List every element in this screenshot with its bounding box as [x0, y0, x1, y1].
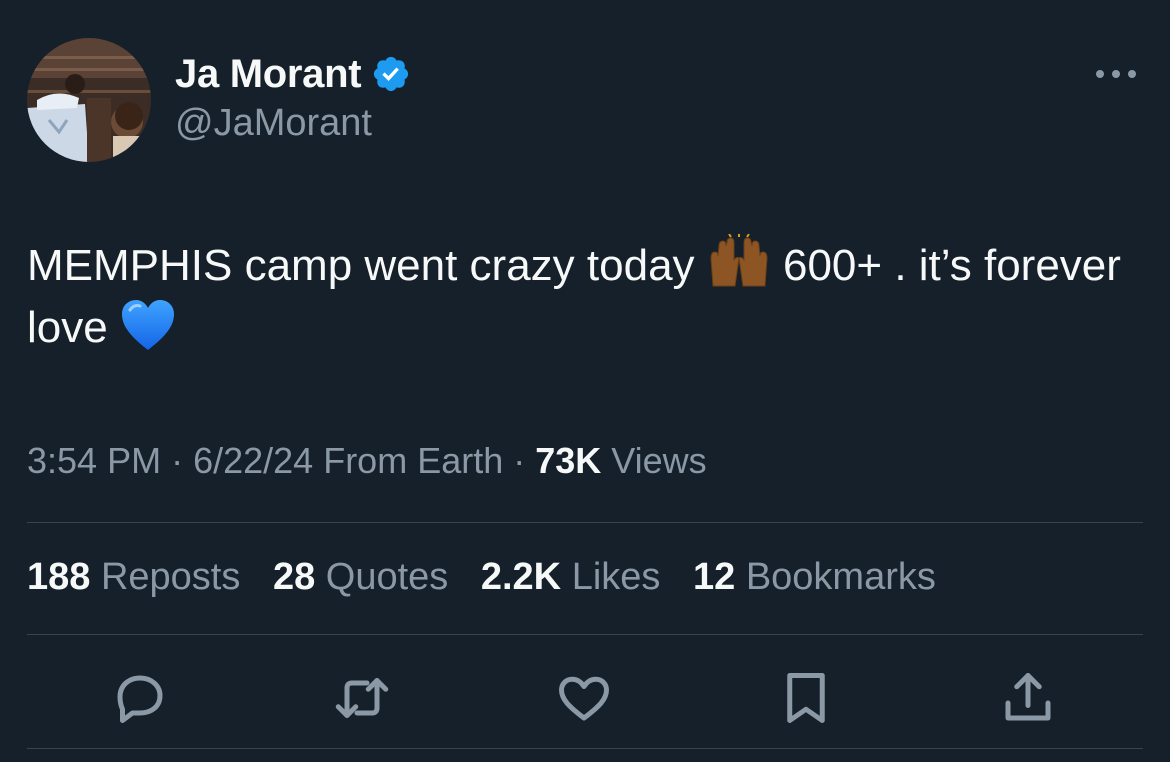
tweet-time[interactable]: 3:54 PM	[27, 440, 161, 481]
bookmark-icon[interactable]	[776, 668, 836, 728]
verified-badge-icon[interactable]	[371, 54, 411, 94]
stat-bookmarks[interactable]: 12 Bookmarks	[693, 556, 936, 598]
meta-separator: ·	[161, 440, 194, 481]
avatar[interactable]	[27, 38, 151, 162]
author-name-row[interactable]: Ja Morant	[175, 50, 411, 98]
stat-count: 12	[692, 556, 736, 598]
stat-label: Reposts	[90, 556, 241, 598]
display-name[interactable]: Ja Morant	[175, 52, 362, 97]
engagement-stats: 188 Reposts 28 Quotes 2.2K Likes 12 Book…	[27, 556, 958, 599]
more-horizontal-icon[interactable]	[1094, 66, 1138, 82]
meta-separator: ·	[503, 440, 536, 481]
divider	[27, 634, 1143, 635]
tweet-date[interactable]: 6/22/24	[193, 440, 313, 481]
raising-hands-emoji	[710, 234, 768, 287]
stat-label: Likes	[561, 556, 661, 598]
stat-count: 188	[27, 556, 91, 598]
stat-count: 2.2K	[480, 556, 562, 598]
repost-icon[interactable]	[332, 668, 392, 728]
handle[interactable]: @JaMorant	[175, 102, 372, 145]
divider	[27, 522, 1143, 523]
tweet-text-part1: MEMPHIS camp went crazy today	[27, 241, 707, 290]
blue-heart-emoji	[121, 300, 174, 350]
tweet-detail: Ja Morant @JaMorant MEMPHIS camp went cr…	[0, 0, 1170, 762]
stat-reposts[interactable]: 188 Reposts	[27, 556, 240, 598]
stat-label: Quotes	[315, 556, 449, 598]
share-icon[interactable]	[998, 668, 1058, 728]
tweet-text: MEMPHIS camp went crazy today 600+ . it’…	[27, 234, 1137, 359]
avatar-image	[27, 38, 151, 162]
like-icon[interactable]	[554, 668, 614, 728]
divider	[27, 748, 1143, 749]
stat-count: 28	[272, 556, 316, 598]
reply-icon[interactable]	[110, 668, 170, 728]
views-label: Views	[601, 440, 707, 481]
stat-likes[interactable]: 2.2K Likes	[481, 556, 661, 598]
stat-quotes[interactable]: 28 Quotes	[273, 556, 448, 598]
tweet-meta: 3:54 PM · 6/22/24 From Earth · 73K Views	[27, 440, 707, 482]
views-count: 73K	[535, 440, 602, 481]
action-bar	[0, 668, 1170, 728]
stat-label: Bookmarks	[735, 556, 936, 598]
tweet-source: From Earth	[313, 440, 504, 481]
